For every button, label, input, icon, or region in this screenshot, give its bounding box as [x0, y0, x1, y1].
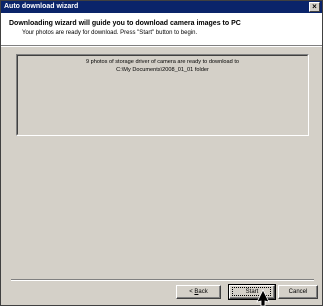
back-button[interactable]: < Back — [176, 285, 221, 299]
arrow-cursor-icon — [256, 289, 270, 307]
window-title: Auto download wizard — [4, 3, 79, 10]
message-line-1: 9 photos of storage driver of camera are… — [86, 59, 239, 65]
title-bar[interactable]: Auto download wizard × — [1, 1, 322, 13]
header-subtitle: Your photos are ready for download. Pres… — [22, 30, 198, 36]
message-panel: 9 photos of storage driver of camera are… — [16, 54, 309, 136]
close-icon: × — [312, 2, 317, 11]
message-line-2: C:\My Documents\2008_01_01 folder — [116, 67, 209, 73]
close-button[interactable]: × — [309, 2, 320, 12]
wizard-window: Auto download wizard × Downloading wizar… — [0, 0, 323, 307]
cancel-button-label: Cancel — [288, 289, 308, 295]
wizard-header: Downloading wizard will guide you to dow… — [1, 13, 322, 46]
cancel-button[interactable]: Cancel — [278, 285, 318, 299]
header-separator — [1, 46, 322, 47]
header-title: Downloading wizard will guide you to dow… — [9, 20, 241, 27]
back-button-label: ack — [198, 289, 208, 295]
footer-divider — [11, 279, 314, 281]
